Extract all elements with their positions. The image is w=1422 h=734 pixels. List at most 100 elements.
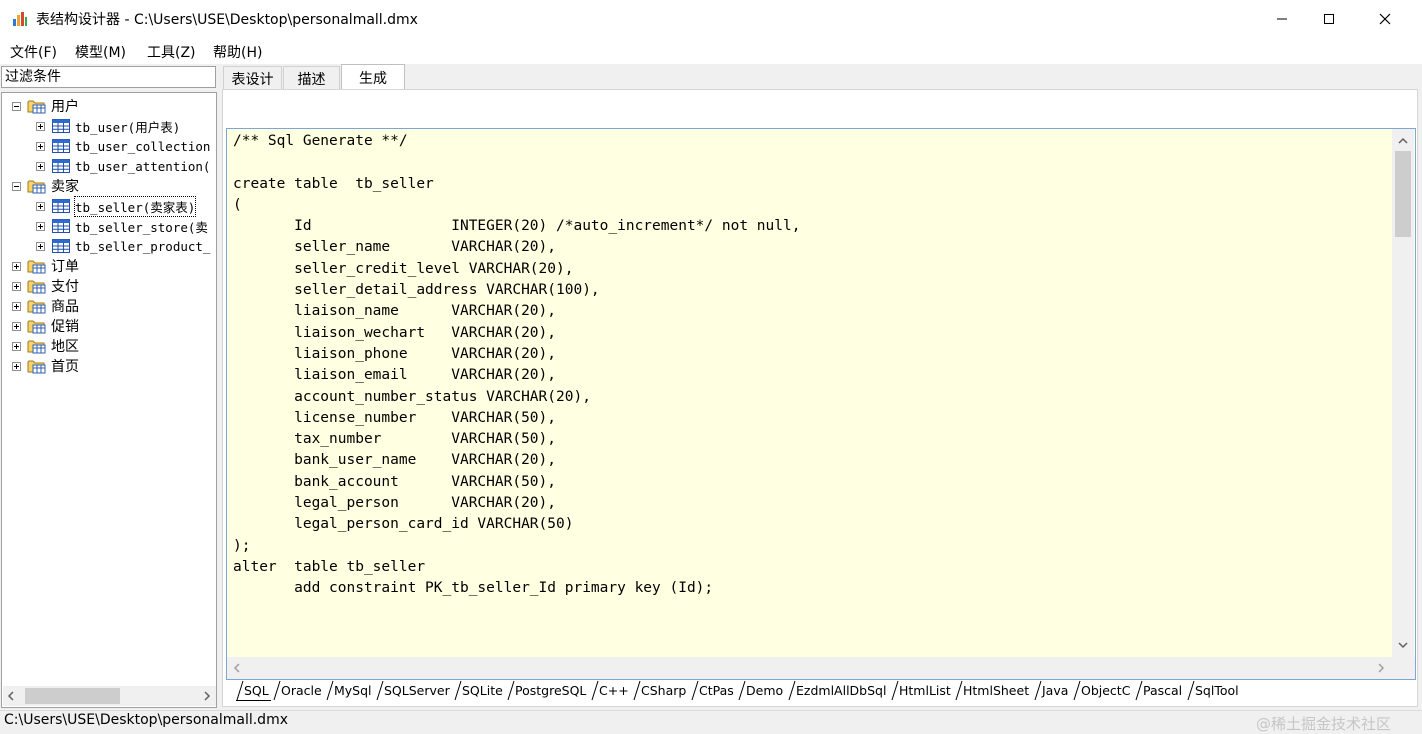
expand-icon[interactable] [36, 121, 45, 131]
expand-icon[interactable] [12, 281, 21, 291]
lang-tab-oracle[interactable]: Oracle [273, 680, 324, 701]
collapse-icon[interactable] [12, 181, 21, 191]
scroll-left-icon[interactable] [7, 691, 15, 701]
expand-icon[interactable] [12, 301, 21, 311]
tab-separator-icon [955, 680, 963, 701]
tree-group[interactable]: 首页 [12, 356, 79, 376]
tab-separator-icon [788, 680, 796, 701]
expand-icon[interactable] [36, 241, 45, 251]
tab-separator-icon [1034, 680, 1042, 701]
tree-table-label[interactable]: tb_user(用户表) [75, 117, 180, 136]
expand-icon[interactable] [12, 261, 21, 271]
tree-table-item[interactable]: tb_user_collection [36, 136, 210, 156]
tree-group-label[interactable]: 促销 [51, 316, 79, 336]
lang-tab-pascal[interactable]: Pascal [1135, 680, 1184, 701]
sql-editor[interactable]: /** Sql Generate **/ create table tb_sel… [226, 128, 1416, 680]
tree-group-label[interactable]: 卖家 [51, 176, 79, 196]
editor-horizontal-scrollbar[interactable] [227, 657, 1415, 679]
editor-scroll-thumb[interactable] [1395, 151, 1411, 237]
scroll-left-icon[interactable] [233, 663, 241, 673]
lang-tab-ezdmlalldbsql[interactable]: EzdmlAllDbSql [788, 680, 888, 701]
lang-tab-objectc[interactable]: ObjectC [1073, 680, 1132, 701]
lang-tab-sql[interactable]: SQL [236, 680, 271, 701]
tree-table-item[interactable]: tb_seller(卖家表) [36, 195, 197, 217]
tab-table-design[interactable]: 表设计 [223, 66, 282, 90]
tree-group[interactable]: 促销 [12, 316, 79, 336]
tab-separator-icon [454, 680, 462, 701]
close-icon [1379, 13, 1391, 25]
maximize-icon [1324, 14, 1334, 24]
tree-group-label[interactable]: 首页 [51, 356, 79, 376]
tree-scroll-thumb[interactable] [25, 688, 120, 704]
expand-icon[interactable] [12, 321, 21, 331]
lang-tab-demo[interactable]: Demo [738, 680, 785, 701]
maximize-button[interactable] [1306, 0, 1352, 38]
expand-icon[interactable] [36, 141, 45, 151]
lang-tab-label: EzdmlAllDbSql [796, 683, 887, 698]
tree-table-item[interactable]: tb_seller_product_ [36, 236, 210, 256]
editor-vertical-scrollbar[interactable] [1392, 129, 1414, 657]
tree-group[interactable]: 地区 [12, 336, 79, 356]
close-button[interactable] [1362, 0, 1408, 38]
lang-tab-label: SQL [244, 682, 269, 698]
scroll-right-icon[interactable] [1377, 663, 1385, 673]
filter-input[interactable]: 过滤条件 [1, 66, 216, 88]
lang-tab-label: CSharp [641, 683, 687, 698]
expand-icon[interactable] [12, 341, 21, 351]
tree-table-label[interactable]: tb_seller(卖家表) [73, 195, 197, 217]
collapse-icon[interactable] [12, 101, 21, 111]
tree-group-label[interactable]: 用户 [51, 96, 79, 116]
tab-separator-icon [507, 680, 515, 701]
tree-group[interactable]: 用户 [12, 96, 79, 116]
tree-group[interactable]: 支付 [12, 276, 79, 296]
tree-group[interactable]: 订单 [12, 256, 79, 276]
menu-tools[interactable]: 工具(Z) [147, 42, 196, 62]
menu-help[interactable]: 帮助(H) [213, 42, 262, 62]
tab-description[interactable]: 描述 [283, 66, 340, 90]
lang-tab-htmlsheet[interactable]: HtmlSheet [955, 680, 1031, 701]
tree-horizontal-scrollbar[interactable] [3, 686, 216, 706]
lang-tab-label: PostgreSQL [515, 683, 587, 698]
tree-group-label[interactable]: 支付 [51, 276, 79, 296]
tree-table-label[interactable]: tb_seller_product_ [75, 239, 210, 254]
tree-table-item[interactable]: tb_user(用户表) [36, 116, 180, 136]
expand-icon[interactable] [36, 201, 45, 211]
lang-tab-htmllist[interactable]: HtmlList [891, 680, 953, 701]
expand-icon[interactable] [36, 221, 45, 231]
tree-group[interactable]: 商品 [12, 296, 79, 316]
expand-icon[interactable] [36, 161, 45, 171]
expand-icon[interactable] [12, 361, 21, 371]
tree-table-label[interactable]: tb_user_collection [75, 139, 210, 154]
tree-table-label[interactable]: tb_seller_store(卖 [75, 217, 208, 236]
lang-tab-csharp[interactable]: CSharp [633, 680, 688, 701]
lang-tab-sqlite[interactable]: SQLite [454, 680, 505, 701]
tab-separator-icon [633, 680, 641, 701]
tree-table-item[interactable]: tb_user_attention( [36, 156, 210, 176]
lang-tab-mysql[interactable]: MySql [326, 680, 374, 701]
lang-tab-sqlserver[interactable]: SQLServer [376, 680, 452, 701]
tab-separator-icon [591, 680, 599, 701]
scroll-down-icon[interactable] [1398, 641, 1408, 649]
tree-table-label[interactable]: tb_user_attention( [75, 159, 210, 174]
lang-tab-java[interactable]: Java [1034, 680, 1070, 701]
tab-separator-icon [236, 680, 244, 701]
tree-group-label[interactable]: 商品 [51, 296, 79, 316]
tree-group[interactable]: 卖家 [12, 176, 79, 196]
scroll-right-icon[interactable] [203, 691, 211, 701]
menu-file[interactable]: 文件(F) [10, 42, 57, 62]
lang-tab-ctpas[interactable]: CtPas [691, 680, 736, 701]
lang-tab-label: SQLServer [384, 683, 450, 698]
menu-model[interactable]: 模型(M) [75, 42, 126, 62]
lang-tab-c-[interactable]: C++ [591, 680, 631, 701]
tab-generate[interactable]: 生成 [341, 64, 405, 90]
sql-code[interactable]: /** Sql Generate **/ create table tb_sel… [233, 131, 800, 600]
tree-table-item[interactable]: tb_seller_store(卖 [36, 216, 208, 236]
lang-tab-sqltool[interactable]: SqlTool [1187, 680, 1241, 701]
language-tab-bar: SQL Oracle MySql SQLServer SQLite PostgreSQL C… [226, 680, 1416, 702]
scroll-up-icon[interactable] [1398, 137, 1408, 145]
tree-group-label[interactable]: 地区 [51, 336, 79, 356]
lang-tab-postgresql[interactable]: PostgreSQL [507, 680, 588, 701]
minimize-button[interactable] [1259, 0, 1305, 38]
tree-group-label[interactable]: 订单 [51, 256, 79, 276]
model-tree[interactable]: 用户 tb_user(用户表) tb_user_collection tb_user_… [1, 92, 217, 708]
